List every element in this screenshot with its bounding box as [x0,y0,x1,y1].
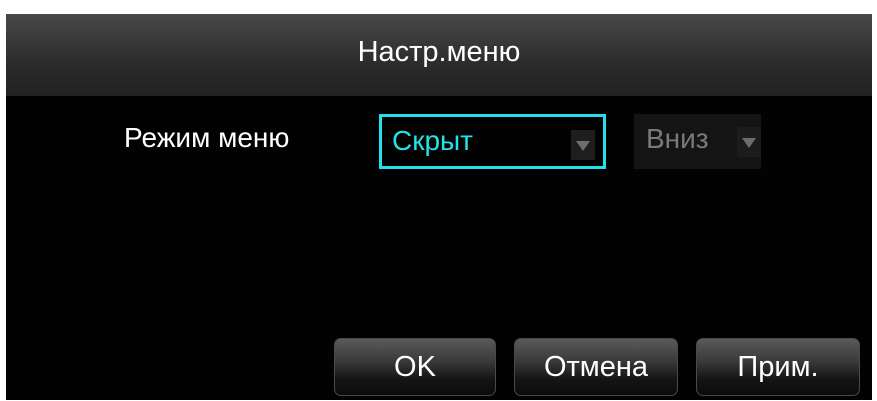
apply-button[interactable]: Прим. [696,338,860,396]
menu-mode-label: Режим меню [124,122,290,153]
menu-position-value: Вниз [646,123,709,154]
cancel-button[interactable]: Отмена [514,338,678,396]
chevron-down-icon [742,138,756,148]
chevron-down-icon [576,141,590,151]
menu-mode-select[interactable]: Скрыт [379,114,606,169]
ok-button[interactable]: OK [334,338,496,396]
menu-position-select[interactable]: Вниз [634,114,761,169]
menu-mode-value: Скрыт [392,125,473,156]
dialog-titlebar: Настр.меню [6,14,872,96]
menu-position-dropdown-arrow[interactable] [737,127,761,157]
menu-mode-dropdown-arrow[interactable] [571,130,595,160]
dialog-title: Настр.меню [357,36,521,68]
menu-settings-dialog: Настр.меню Режим меню Скрыт Вниз OK Отме… [6,14,872,400]
